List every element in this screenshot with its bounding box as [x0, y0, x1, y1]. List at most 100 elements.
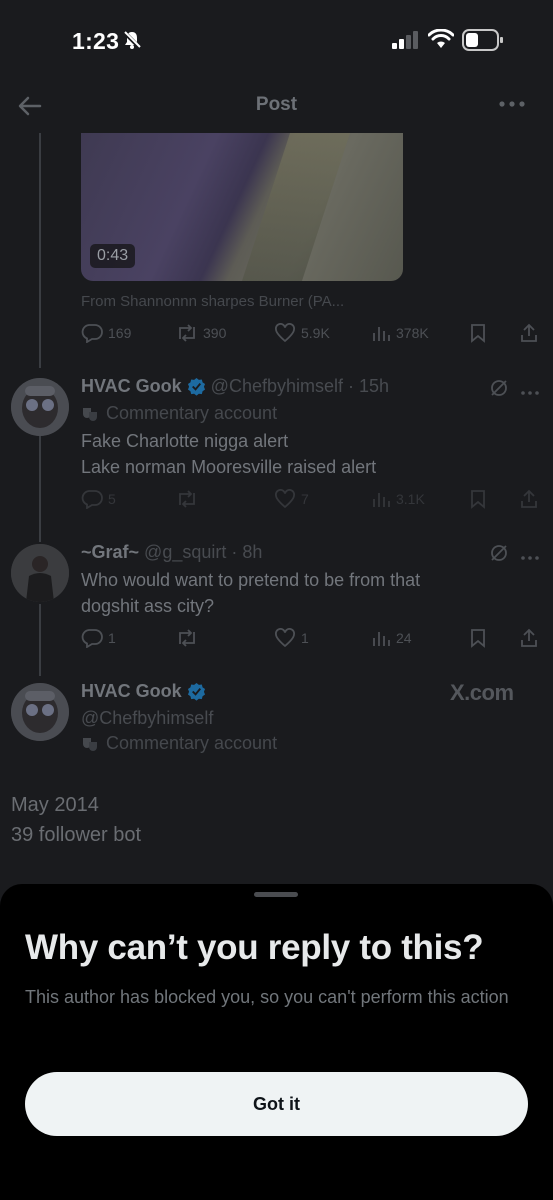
video-player[interactable]: 0:43 [81, 133, 403, 281]
x-watermark: X.com [450, 680, 514, 705]
repost-icon [179, 324, 195, 342]
reply-count: 5 [108, 491, 116, 507]
views-icon [373, 632, 390, 646]
reply1-text: Fake Charlotte nigga alert Lake norman M… [81, 428, 376, 480]
views-icon [373, 327, 390, 341]
text-line: Who would want to pretend to be from tha… [81, 570, 421, 590]
bell-muted-icon [122, 30, 142, 55]
verified-badge-icon [187, 682, 205, 701]
more-dots-icon[interactable] [520, 549, 540, 567]
thread-line [39, 604, 41, 676]
sheet-drag-handle[interactable] [254, 892, 298, 897]
share-button[interactable] [519, 323, 539, 343]
sheet-message: This author has blocked you, so you can'… [25, 987, 509, 1007]
got-it-button[interactable]: Got it [25, 1072, 528, 1136]
reply-count: 169 [108, 325, 132, 341]
repost-button[interactable] [176, 489, 203, 509]
more-options-icon[interactable] [498, 94, 526, 119]
repost-button[interactable]: 390 [176, 323, 226, 343]
share-icon [521, 489, 537, 508]
bottom-sheet: Why can’t you reply to this? This author… [0, 884, 553, 1200]
like-button[interactable]: 1 [274, 628, 309, 648]
wifi-icon [427, 28, 455, 54]
reply-icon [81, 490, 103, 509]
more-dots-icon[interactable] [520, 384, 540, 402]
share-icon [521, 323, 537, 342]
video-duration: 0:43 [90, 244, 136, 268]
repost-icon [179, 629, 195, 647]
like-count: 1 [301, 630, 309, 646]
share-button[interactable] [519, 628, 539, 648]
bio-line: 39 follower bot [11, 824, 142, 846]
account-label-text: Commentary account [106, 733, 278, 753]
views-button[interactable]: 24 [371, 628, 412, 648]
avatar[interactable] [11, 544, 69, 602]
author-handle: @Chefbyhimself [81, 708, 214, 728]
theater-masks-icon [83, 407, 97, 421]
views-count: 24 [396, 630, 412, 646]
repost-count: 390 [203, 325, 227, 341]
post-time: · 15h [348, 376, 390, 396]
share-button[interactable] [519, 489, 539, 509]
author-handle: @Chefbyhimself [210, 376, 343, 396]
author-name[interactable]: HVAC Gook [81, 376, 182, 397]
status-time: 1:23 [72, 28, 120, 54]
reply-button[interactable]: 5 [81, 489, 116, 509]
bookmark-icon [471, 324, 485, 343]
account-label-text: Commentary account [106, 403, 278, 423]
account-label: Commentary account [81, 733, 277, 754]
views-count: 378K [396, 325, 429, 341]
reply2-actions: 1 1 24 [81, 628, 541, 652]
bookmark-button[interactable] [469, 628, 487, 648]
theater-masks-icon [83, 737, 97, 751]
grok-icon[interactable] [489, 378, 509, 403]
heart-icon [275, 628, 295, 648]
author-name[interactable]: HVAC Gook [81, 681, 182, 702]
reply-button[interactable]: 169 [81, 323, 131, 343]
text-line: Fake Charlotte nigga alert [81, 431, 289, 451]
reply-button[interactable]: 1 [81, 628, 116, 648]
avatar[interactable] [11, 378, 69, 436]
video-frame-detail [241, 133, 351, 281]
reply2-author-row[interactable]: ~Graf~ @g_squirt · 8h [81, 542, 262, 563]
reply2-text: Who would want to pretend to be from tha… [81, 567, 420, 619]
post-header: Post [0, 84, 553, 130]
bookmark-icon [471, 629, 485, 648]
page-title: Post [255, 94, 298, 115]
grok-icon[interactable] [489, 543, 509, 568]
author-card-name-row[interactable]: HVAC Gook [81, 681, 206, 702]
reply-icon [81, 629, 103, 648]
heart-icon [275, 489, 295, 509]
reply1-actions: 5 7 3.1K [81, 489, 541, 513]
bookmark-icon [471, 490, 485, 509]
repost-button[interactable] [176, 628, 203, 648]
views-button[interactable]: 3.1K [371, 489, 425, 509]
text-line: Lake norman Mooresville raised alert [81, 457, 377, 477]
video-source-attribution[interactable]: From Shannonnn sharpes Burner (PA... [81, 293, 344, 310]
like-button[interactable]: 7 [274, 489, 309, 509]
like-count: 7 [301, 491, 309, 507]
repost-icon [179, 490, 195, 508]
like-count: 5.9K [301, 325, 330, 341]
thread-line [39, 133, 41, 368]
reply1-author-row[interactable]: HVAC Gook @Chefbyhimself · 15h [81, 376, 389, 397]
signal-icon [392, 31, 420, 54]
screen: { "status_bar": { "time": "1:23" }, "hea… [0, 0, 553, 1200]
status-bar: 1:23 [0, 0, 553, 84]
avatar[interactable] [11, 683, 69, 741]
main-post-actions: 169 390 5.9K 378K [81, 323, 541, 347]
author-handle: @g_squirt [144, 542, 227, 562]
like-button[interactable]: 5.9K [274, 323, 330, 343]
heart-icon [275, 323, 295, 343]
battery-icon [462, 29, 504, 56]
reply-count: 1 [108, 630, 116, 646]
views-icon [373, 493, 390, 507]
bookmark-button[interactable] [469, 489, 487, 509]
post-time: · 8h [231, 542, 263, 562]
author-name[interactable]: ~Graf~ [81, 542, 139, 563]
reply-icon [81, 324, 103, 343]
bookmark-button[interactable] [469, 323, 487, 343]
text-line: dogshit ass city? [81, 596, 215, 616]
bio-line: May 2014 [11, 794, 99, 816]
views-button[interactable]: 378K [371, 323, 429, 343]
